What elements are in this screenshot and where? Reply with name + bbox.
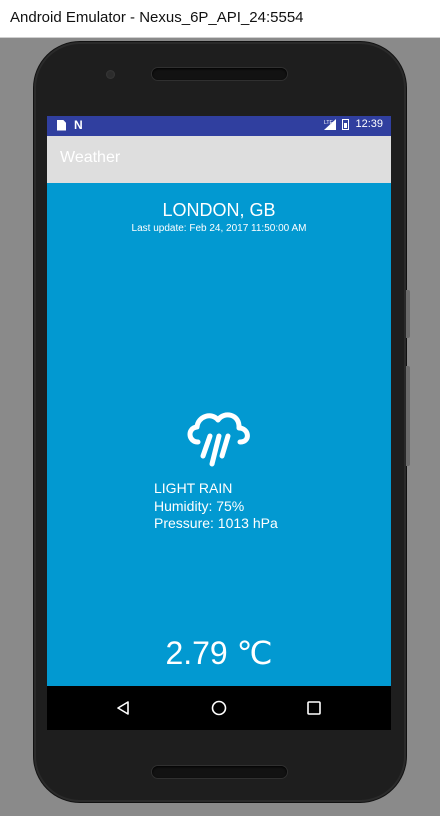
top-speaker [152,68,287,80]
status-bar: N LTE 12:39 [47,116,391,136]
emulator-window-title: Android Emulator - Nexus_6P_API_24:5554 [10,9,304,26]
n-notification-icon: N [74,118,83,132]
network-type-label: LTE [324,120,333,126]
navigation-bar [47,686,391,730]
status-time: 12:39 [355,118,383,130]
humidity-text: Humidity: 75% [154,498,245,514]
emulator-title-bar: Android Emulator - Nexus_6P_API_24:5554 [0,0,440,38]
app-bar: Weather [47,136,391,183]
sim-card-icon [57,119,66,131]
app-title: Weather [60,149,121,166]
home-icon[interactable] [211,700,227,716]
power-button[interactable] [406,290,410,338]
recents-icon[interactable] [307,701,321,715]
battery-icon [342,118,350,130]
weather-description: LIGHT RAIN [154,480,233,496]
pressure-text: Pressure: 1013 hPa [154,515,278,531]
bottom-speaker [152,766,287,778]
phone-screen: N LTE 12:39 Weather LONDON, GB Last upda… [47,116,391,730]
signal-icon: LTE [324,118,337,130]
front-camera [106,70,115,79]
temperature-value: 2.79 ℃ [165,635,273,671]
rain-cloud-icon [187,412,250,467]
last-update-text: Last update: Feb 24, 2017 11:50:00 AM [131,223,307,234]
back-icon[interactable] [115,700,131,716]
city-name: LONDON, GB [162,200,276,220]
volume-button[interactable] [406,366,410,466]
